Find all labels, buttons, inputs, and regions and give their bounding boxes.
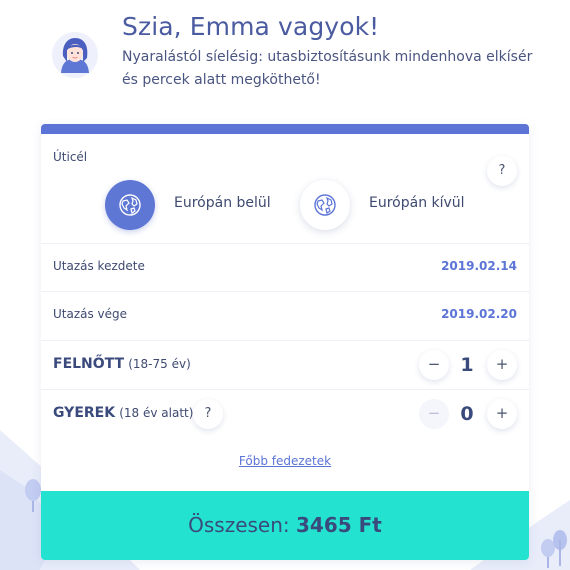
destination-section: Úticél ? Európán belül Európán kívül: [41, 134, 529, 238]
total-price-bar[interactable]: Összesen: 3465 Ft: [41, 491, 529, 560]
total-value: 3465 Ft: [296, 513, 382, 537]
adult-age-range: (18-75 év): [128, 357, 191, 371]
trip-start-label: Utazás kezdete: [53, 259, 145, 273]
trip-start-value[interactable]: 2019.02.14: [441, 259, 517, 273]
main-coverages-link[interactable]: Főbb fedezetek: [41, 454, 529, 468]
child-age-range: (18 év alatt): [119, 406, 194, 420]
adult-label: FELNŐTT (18-75 év): [53, 356, 191, 372]
child-increment-button[interactable]: +: [487, 399, 517, 429]
child-count: 0: [460, 403, 474, 425]
adult-counter-row: FELNŐTT (18-75 év) − 1 +: [41, 340, 529, 389]
child-decrement-button[interactable]: −: [419, 399, 449, 429]
destination-label: Úticél: [53, 150, 88, 164]
child-help-button[interactable]: ?: [193, 399, 223, 429]
quote-card: Úticél ? Európán belül Európán kívül Uta…: [41, 124, 529, 560]
hero-section: Szia, Emma vagyok! Nyaralástól síelésig:…: [52, 12, 552, 108]
trip-end-value[interactable]: 2019.02.20: [441, 307, 517, 321]
globe-world-icon: [300, 180, 350, 230]
trip-start-row[interactable]: Utazás kezdete 2019.02.14: [41, 243, 529, 292]
child-title: GYEREK: [53, 405, 116, 421]
destination-option-outside-label: Európán kívül: [369, 195, 465, 211]
child-label: GYEREK (18 év alatt): [53, 405, 193, 421]
trip-end-row[interactable]: Utazás vége 2019.02.20: [41, 291, 529, 340]
destination-option-inside-europe[interactable]: Európán belül: [105, 180, 285, 230]
card-accent-bar: [41, 124, 529, 134]
destination-option-outside-europe[interactable]: Európán kívül: [300, 180, 500, 230]
adult-decrement-button[interactable]: −: [419, 350, 449, 380]
greeting-subtitle: Nyaralástól síelésig: utasbiztosításunk …: [122, 49, 533, 88]
adult-title: FELNŐTT: [53, 356, 125, 372]
adult-count: 1: [460, 354, 474, 376]
emma-avatar-icon: [52, 32, 98, 78]
trip-end-label: Utazás vége: [53, 307, 128, 321]
adult-increment-button[interactable]: +: [487, 350, 517, 380]
globe-europe-icon: [105, 180, 155, 230]
greeting-title: Szia, Emma vagyok!: [122, 12, 380, 41]
destination-option-inside-label: Európán belül: [174, 195, 271, 211]
total-label: Összesen:: [188, 513, 290, 537]
child-counter-row: GYEREK (18 év alatt) ? − 0 +: [41, 389, 529, 438]
